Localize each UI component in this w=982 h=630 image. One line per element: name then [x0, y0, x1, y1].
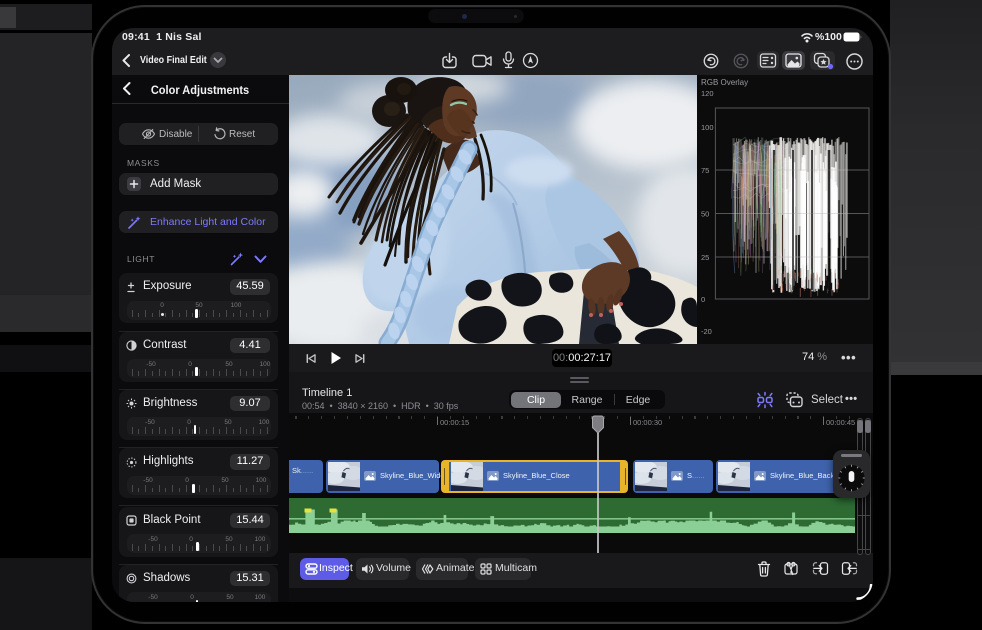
svg-text:100: 100 — [701, 123, 714, 132]
svg-text:25: 25 — [701, 253, 709, 262]
svg-text:-20: -20 — [701, 327, 712, 336]
svg-text:120: 120 — [701, 89, 714, 98]
svg-text:RGB Overlay: RGB Overlay — [701, 78, 748, 87]
svg-text:0: 0 — [701, 295, 705, 304]
svg-text:75: 75 — [701, 166, 709, 175]
svg-text:50: 50 — [701, 210, 709, 219]
